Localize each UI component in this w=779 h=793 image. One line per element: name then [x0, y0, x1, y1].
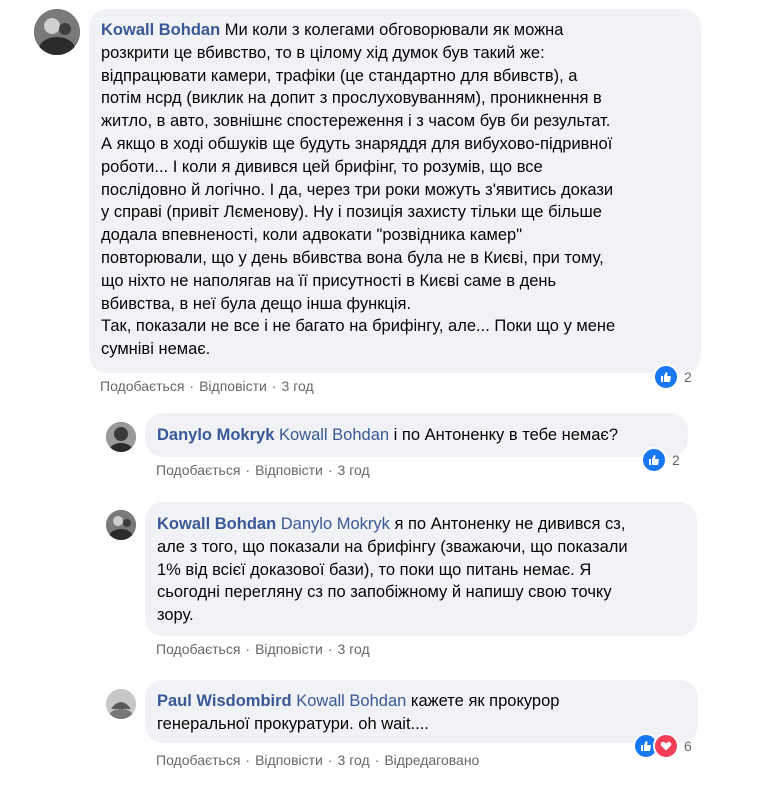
comment-text-line: вбивства, в неї була дещо інша функція. [101, 294, 412, 313]
reply-button[interactable]: Відповісти [255, 641, 323, 657]
avatar[interactable] [106, 510, 136, 540]
separator-dot: · [327, 752, 333, 768]
comment-text-line: генеральної прокуратури. oh wait.... [157, 714, 429, 733]
like-button[interactable]: Подобається [156, 462, 240, 478]
comment-timestamp[interactable]: 3 год [338, 641, 370, 657]
comment-text-line: роботи... І коли я дивився цей брифінг, … [101, 157, 543, 176]
reply-button[interactable]: Відповісти [255, 462, 323, 478]
separator-dot: · [327, 462, 333, 478]
reaction-count: 2 [672, 452, 680, 468]
reaction-count: 6 [684, 738, 692, 754]
comment-text-line: послідовно й логічно. І да, через три ро… [101, 180, 614, 199]
comment-actions: Подобається · Відповісти · 3 год [156, 462, 370, 478]
reaction-summary[interactable]: 2 [641, 447, 680, 473]
separator-dot: · [245, 752, 251, 768]
comment-text-line: у справі (привіт Лєменову). Ну і позиція… [101, 203, 602, 222]
avatar-photo-icon [34, 9, 80, 55]
comment-text-line: що ніхто не наполягав на її присутності … [101, 271, 557, 290]
reaction-summary[interactable]: 6 [633, 733, 692, 759]
comment-author[interactable]: Kowall Bohdan [157, 515, 276, 533]
like-icon [653, 364, 679, 390]
separator-dot: · [374, 752, 380, 768]
reply-paul-wisdombird: Paul Wisdombird Kowall Bohdan кажете як … [0, 665, 779, 793]
comment-actions: Подобається · Відповісти · 3 год [156, 641, 370, 657]
comment-author[interactable]: Paul Wisdombird [157, 692, 292, 710]
comment-actions: Подобається · Відповісти · 3 год [100, 378, 314, 394]
like-icon [641, 447, 667, 473]
comment-text-line: але з того, що показали на брифінгу (зва… [157, 537, 628, 556]
love-icon [653, 733, 679, 759]
reply-danylo-mokryk: Danylo Mokryk Kowall Bohdan і по Антонен… [0, 400, 779, 490]
like-button[interactable]: Подобається [100, 378, 184, 394]
avatar-photo-icon [106, 422, 136, 452]
comment-text-line: повторювали, що у день вбивства вона бул… [101, 248, 604, 267]
comment-actions: Подобається · Відповісти · 3 год · Відредагова… [156, 752, 479, 768]
separator-dot: · [271, 378, 277, 394]
mention-link[interactable]: Danylo Mokryk [281, 515, 390, 533]
comment-text-line: кажете як прокурор [406, 692, 560, 710]
reply-button[interactable]: Відповісти [255, 752, 323, 768]
comment-text-line: потім нсрд (виклик на допит з прослухову… [101, 89, 602, 108]
comment-bubble: Danylo Mokryk Kowall Bohdan і по Антонен… [145, 413, 688, 457]
comment-text-line: додала впевненості, коли адвокати "розві… [101, 226, 523, 245]
like-button[interactable]: Подобається [156, 641, 240, 657]
comment-timestamp[interactable]: 3 год [338, 462, 370, 478]
reaction-summary[interactable]: 2 [653, 364, 692, 390]
comment-timestamp[interactable]: 3 год [282, 378, 314, 394]
comment-text-line: я по Антоненку не дивився сз, [389, 515, 626, 533]
separator-dot: · [245, 641, 251, 657]
comment-text-line: відпрацювати камери, трафіки (це стандар… [101, 66, 578, 85]
like-button[interactable]: Подобається [156, 752, 240, 768]
reply-kowall-bohdan: Kowall Bohdan Danylo Mokryk я по Антонен… [0, 490, 779, 665]
avatar[interactable] [106, 422, 136, 452]
edited-label[interactable]: Відредаговано [384, 752, 479, 768]
avatar-photo-icon [106, 689, 136, 719]
comment-bubble: Kowall Bohdan Danylo Mokryk я по Антонен… [145, 502, 697, 636]
comment-text-line: сумніві немає. [101, 340, 211, 359]
comment-text-line: житло, в авто, зовнішнє спостереження і … [101, 112, 611, 131]
comment-text-line: сьогодні перегляну сз по запобіжному й н… [157, 583, 612, 602]
separator-dot: · [327, 641, 333, 657]
comment-text-line: 1% від всієї доказової бази), то поки що… [157, 560, 592, 579]
comment-kowall-bohdan: Kowall Bohdan Ми коли з колегами обговор… [0, 0, 779, 400]
avatar[interactable] [106, 689, 136, 719]
reply-button[interactable]: Відповісти [199, 378, 267, 394]
comment-author[interactable]: Danylo Mokryk [157, 426, 274, 444]
comment-text-line: А якщо в ході обшуків ще будуть знаряддя… [101, 134, 613, 153]
comment-bubble: Kowall Bohdan Ми коли з колегами обговор… [89, 9, 701, 373]
comment-text-line: і по Антоненку в тебе немає? [389, 426, 619, 444]
comment-text-line: зору. [157, 606, 194, 625]
avatar[interactable] [34, 9, 80, 55]
separator-dot: · [189, 378, 195, 394]
separator-dot: · [245, 462, 251, 478]
comment-text-line: розкрити це вбивство, то в цілому хід ду… [101, 43, 545, 62]
comment-bubble: Paul Wisdombird Kowall Bohdan кажете як … [145, 680, 698, 743]
comment-author[interactable]: Kowall Bohdan [101, 21, 220, 39]
mention-link[interactable]: Kowall Bohdan [296, 692, 406, 710]
comment-timestamp[interactable]: 3 год [338, 752, 370, 768]
mention-link[interactable]: Kowall Bohdan [279, 426, 389, 444]
comment-text-line: Так, показали не все і не багато на бриф… [101, 317, 616, 336]
avatar-photo-icon [106, 510, 136, 540]
reaction-count: 2 [684, 369, 692, 385]
comment-text-line: Ми коли з колегами обговорювали як можна [224, 21, 564, 39]
